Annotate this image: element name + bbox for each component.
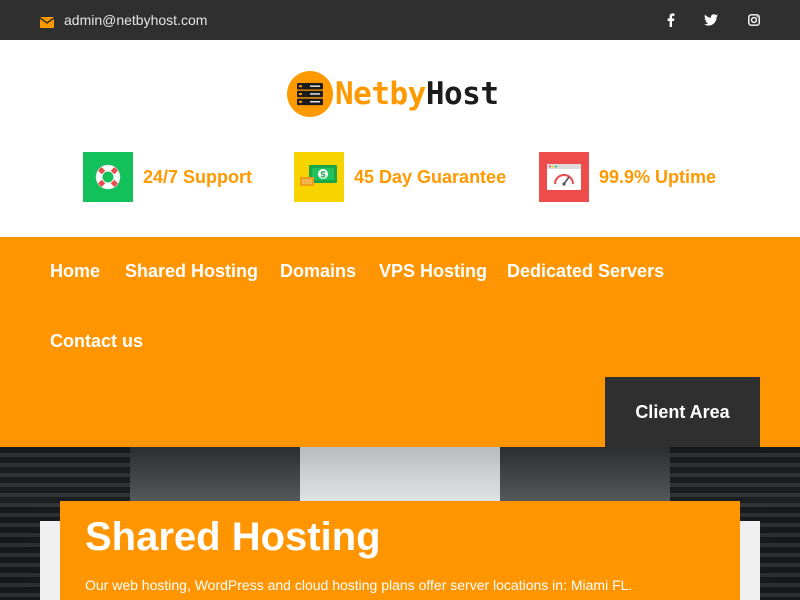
contact-email[interactable]: admin@netbyhost.com [39, 11, 208, 29]
logo-text-part2: Host [425, 76, 499, 112]
facebook-icon[interactable] [662, 11, 680, 29]
feature-uptime: 99.9% Uptime [539, 152, 716, 202]
hero-card: Shared Hosting Our web hosting, WordPres… [60, 501, 740, 600]
server-icon [287, 71, 333, 117]
top-bar: admin@netbyhost.com [0, 0, 800, 40]
nav-item-home[interactable]: Home [50, 261, 100, 282]
feature-guarantee: $ 45 Day Guarantee [294, 152, 506, 202]
nav-item-contact-us[interactable]: Contact us [50, 331, 143, 352]
envelope-icon [39, 15, 55, 28]
feature-uptime-label: 99.9% Uptime [599, 166, 717, 187]
nav-item-shared-hosting[interactable]: Shared Hosting [125, 261, 258, 282]
hero-banner: Shared Hosting Our web hosting, WordPres… [0, 447, 800, 600]
site-logo[interactable]: NetbyHost [287, 71, 499, 117]
nav-item-vps-hosting[interactable]: VPS Hosting [379, 261, 487, 282]
nav-item-domains[interactable]: Domains [280, 261, 356, 282]
main-nav: Home Shared Hosting Domains VPS Hosting … [0, 237, 800, 447]
instagram-icon[interactable] [745, 11, 763, 29]
hero-ceiling-light [300, 447, 500, 507]
site-header: NetbyHost 24/7 Support $ 45 Day Guarante… [0, 40, 800, 237]
lifebuoy-icon [83, 152, 133, 202]
svg-text:$: $ [320, 170, 325, 180]
logo-text: NetbyHost [335, 71, 499, 117]
client-area-button[interactable]: Client Area [605, 377, 760, 447]
money-icon: $ [294, 152, 344, 202]
hero-title: Shared Hosting [85, 515, 381, 559]
feature-support: 24/7 Support [83, 152, 252, 202]
hero-description: Our web hosting, WordPress and cloud hos… [85, 577, 633, 593]
feature-guarantee-label: 45 Day Guarantee [354, 166, 507, 187]
feature-support-label: 24/7 Support [143, 166, 253, 187]
twitter-icon[interactable] [702, 11, 720, 29]
logo-text-part1: Netby [335, 76, 426, 112]
nav-item-dedicated-servers[interactable]: Dedicated Servers [507, 261, 664, 282]
browser-gauge-icon [539, 152, 589, 202]
email-text: admin@netbyhost.com [64, 12, 208, 28]
